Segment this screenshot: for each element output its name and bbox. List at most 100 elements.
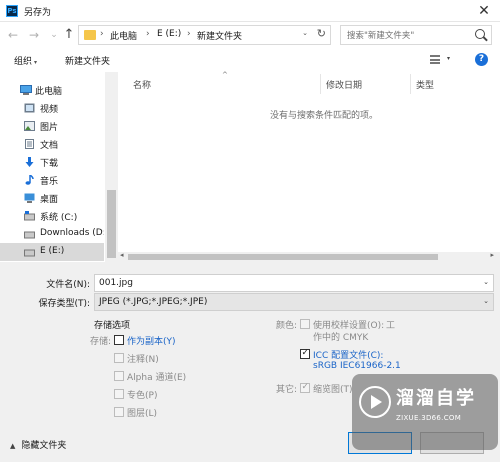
alpha-channel-label: Alpha 通道(E) (127, 373, 187, 383)
chevron-down-icon[interactable]: ⌄ (483, 278, 489, 286)
scroll-left-icon[interactable]: ◂ (120, 251, 124, 259)
help-icon[interactable]: ? (475, 53, 488, 66)
address-bar[interactable]: › 此电脑 › E (E:) › 新建文件夹 ⌄ ↻ (78, 25, 331, 45)
sort-ascending-icon: ^ (222, 71, 228, 79)
sidebar-item-label: 此电脑 (35, 87, 63, 97)
view-options-icon[interactable] (430, 55, 440, 64)
recent-locations-icon[interactable]: ⌄ (47, 27, 61, 43)
collapse-caret-icon: ▲ (10, 442, 16, 450)
search-box[interactable]: 搜索"新建文件夹" (340, 25, 492, 45)
chevron-down-icon[interactable]: ⌄ (302, 29, 308, 37)
breadcrumb-separator: › (100, 29, 104, 39)
sidebar-item-label: E (E:) (40, 246, 65, 256)
spot-color-checkbox (114, 389, 124, 399)
column-header-type[interactable]: 类型 (416, 78, 434, 91)
breadcrumb-separator: › (146, 29, 150, 39)
sidebar-item-music[interactable]: 音乐 (0, 171, 104, 189)
icc-profile-value: sRGB IEC61966-2.1 (313, 361, 401, 371)
navigation-pane: 此电脑 视频 图片 文档 下载 音乐 桌面 系统 (C:) Downloads … (0, 72, 118, 262)
hide-folders-button[interactable]: ▲ 隐藏文件夹 (10, 438, 66, 451)
filename-value: 001.jpg (99, 278, 133, 288)
save-options-title: 存储选项 (94, 321, 131, 331)
column-divider[interactable] (320, 74, 321, 94)
horizontal-scrollbar[interactable]: ◂ ▸ (118, 251, 500, 262)
folder-icon (84, 30, 96, 40)
proof-setup-checkbox (300, 319, 310, 329)
sidebar-item-pictures[interactable]: 图片 (0, 117, 104, 135)
scrollbar-thumb[interactable] (128, 254, 438, 260)
filename-field[interactable]: 001.jpg ⌄ (94, 274, 494, 292)
sidebar-item-drive-e[interactable]: E (E:) (0, 243, 104, 261)
caret-down-icon[interactable]: ▾ (447, 55, 450, 62)
color-label: 颜色: (276, 321, 298, 331)
icc-profile-checkbox[interactable] (300, 348, 310, 359)
scroll-right-icon[interactable]: ▸ (490, 251, 494, 259)
search-input[interactable]: 搜索"新建文件夹" (347, 29, 414, 41)
title-bar: Ps 另存为 ✕ (0, 0, 500, 22)
filetype-label: 保存类型(T): (38, 299, 90, 309)
breadcrumb-new-folder[interactable]: 新建文件夹 (197, 29, 242, 42)
toolbar: 组织 ▾ 新建文件夹 ▾ ? (0, 48, 500, 72)
watermark-overlay: 溜溜自学 ZIXUE.3D66.COM (352, 374, 498, 450)
column-header-modified-date[interactable]: 修改日期 (326, 78, 362, 91)
photoshop-app-icon: Ps (6, 5, 18, 17)
organize-label: 组织 (14, 57, 33, 67)
search-icon[interactable] (475, 29, 485, 39)
file-list: ^ 名称 修改日期 类型 没有与搜索条件匹配的项。 ◂ ▸ (118, 71, 500, 262)
sidebar-item-label: 系统 (C:) (40, 213, 78, 223)
layers-checkbox (114, 407, 124, 417)
sidebar-item-documents[interactable]: 文档 (0, 135, 104, 153)
filetype-select[interactable]: JPEG (*.JPG;*.JPEG;*.JPE) ⌄ (94, 293, 494, 311)
proof-setup-label-suffix: 工 (386, 321, 396, 331)
thumbnail-checkbox (300, 382, 310, 393)
drive-e-icon (24, 247, 35, 257)
new-folder-button[interactable]: 新建文件夹 (65, 54, 110, 67)
filename-label: 文件名(N): (46, 280, 90, 290)
organize-button[interactable]: 组织 ▾ (14, 54, 37, 67)
sidebar-item-downloads[interactable]: 下载 (0, 153, 104, 171)
as-copy-checkbox[interactable] (114, 335, 124, 345)
breadcrumb-drive-e[interactable]: E (E:) (157, 29, 181, 39)
proof-setup-label-line2: 作中的 CMYK (313, 333, 369, 343)
notes-checkbox (114, 353, 124, 363)
as-copy-label[interactable]: 作为副本(Y) (127, 334, 176, 347)
sidebar-item-label: 下载 (40, 159, 59, 169)
caret-down-icon: ▾ (34, 59, 38, 66)
breadcrumb-this-pc[interactable]: 此电脑 (110, 29, 137, 42)
desktop-icon (24, 193, 35, 203)
watermark-url: ZIXUE.3D66.COM (396, 414, 462, 422)
download-icon (24, 157, 35, 167)
drive-c-icon (24, 211, 35, 221)
chevron-down-icon[interactable]: ⌄ (483, 297, 489, 305)
close-icon[interactable]: ✕ (474, 2, 494, 20)
play-logo-icon (359, 386, 391, 418)
icc-profile-label[interactable]: ICC 配置文件(C): (313, 348, 383, 361)
sidebar-item-label: 视频 (40, 105, 59, 115)
sidebar-item-videos[interactable]: 视频 (0, 99, 104, 117)
save-label: 存储: (90, 337, 112, 347)
forward-arrow-icon[interactable]: → (27, 27, 41, 43)
back-arrow-icon[interactable]: ← (6, 27, 20, 43)
column-divider[interactable] (410, 74, 411, 94)
up-arrow-icon[interactable]: ↑ (62, 27, 76, 43)
spot-color-label: 专色(P) (127, 391, 158, 401)
watermark-title: 溜溜自学 (396, 388, 476, 409)
notes-label: 注释(N) (127, 355, 159, 365)
picture-icon (24, 121, 35, 131)
sidebar-item-drive-d[interactable]: Downloads (D: (0, 225, 104, 243)
window-title: 另存为 (24, 8, 52, 18)
thumbnail-label: 缩览图(T) (313, 385, 353, 395)
hide-folders-label: 隐藏文件夹 (21, 441, 67, 451)
sidebar-item-this-pc[interactable]: 此电脑 (0, 81, 104, 99)
scrollbar-thumb[interactable] (107, 190, 116, 258)
sidebar-scrollbar[interactable] (105, 72, 118, 262)
sidebar-item-label: 音乐 (40, 177, 59, 187)
sidebar-item-drive-c[interactable]: 系统 (C:) (0, 207, 104, 225)
navigation-bar: ← → ⌄ ↑ › 此电脑 › E (E:) › 新建文件夹 ⌄ ↻ 搜索"新建… (0, 22, 500, 48)
sidebar-item-desktop[interactable]: 桌面 (0, 189, 104, 207)
column-header-name[interactable]: 名称 (133, 78, 151, 91)
drive-d-icon (24, 229, 35, 239)
filetype-value: JPEG (*.JPG;*.JPEG;*.JPE) (99, 297, 208, 307)
refresh-icon[interactable]: ↻ (317, 27, 326, 40)
layers-label: 图层(L) (127, 409, 158, 419)
